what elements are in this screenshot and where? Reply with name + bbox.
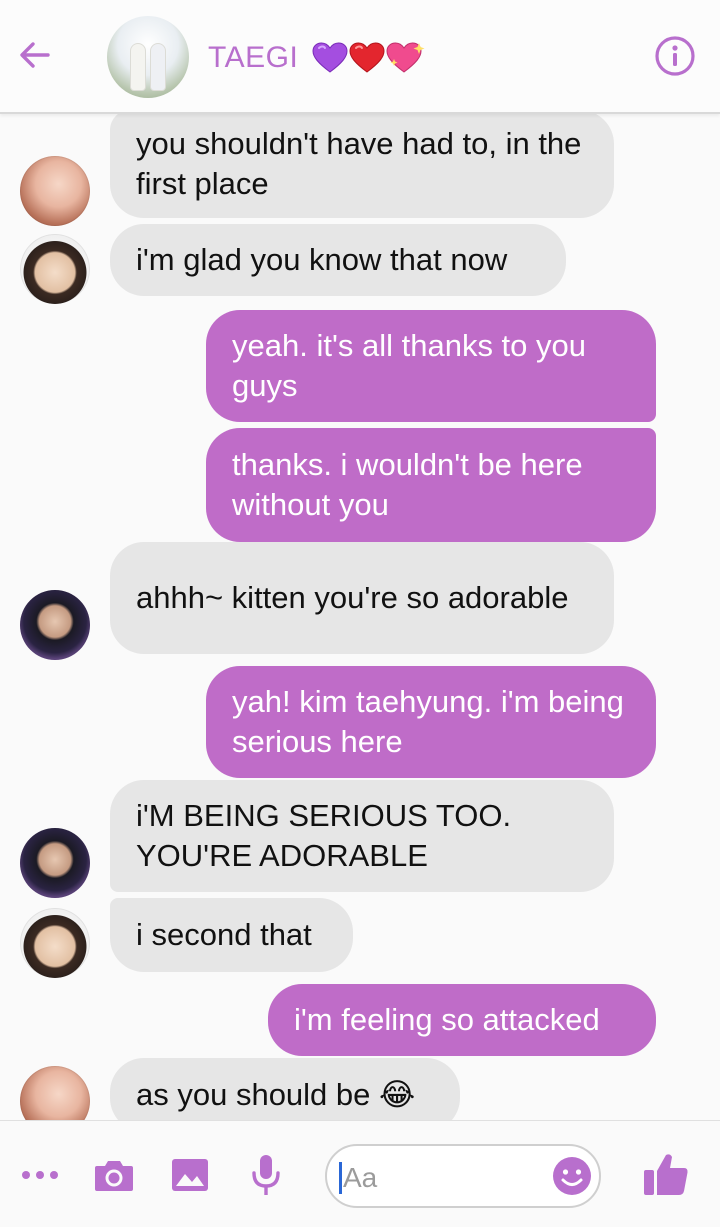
message-bubble-outgoing[interactable]: i'm feeling so attacked — [268, 984, 656, 1056]
thumbs-up-icon — [644, 1154, 688, 1195]
message-bubble-outgoing[interactable]: yeah. it's all thanks to you guys — [206, 310, 656, 422]
info-button[interactable] — [652, 33, 698, 79]
message-thread[interactable]: you shouldn't have had to, in the first … — [0, 114, 720, 1120]
message-text: ahhh~ kitten you're so adorable — [136, 580, 569, 615]
gallery-icon — [172, 1159, 208, 1191]
info-icon — [655, 36, 695, 76]
emoji-icon — [553, 1157, 591, 1195]
chat-title-text: TAEGI — [208, 41, 299, 74]
sender-avatar[interactable] — [20, 156, 90, 226]
purple-heart-icon — [312, 42, 348, 73]
message-text: i'm feeling so attacked — [294, 1002, 600, 1037]
composer-bar: Aa — [0, 1120, 720, 1227]
sender-avatar[interactable] — [20, 590, 90, 660]
sender-avatar[interactable] — [20, 828, 90, 898]
gallery-button[interactable] — [168, 1155, 212, 1195]
message-text: thanks. i wouldn't be here without you — [232, 447, 583, 522]
message-bubble-incoming[interactable]: you shouldn't have had to, in the first … — [110, 114, 614, 218]
microphone-button[interactable] — [244, 1151, 288, 1199]
red-heart-icon — [349, 42, 385, 73]
message-bubble-outgoing[interactable]: yah! kim taehyung. i'm being serious her… — [206, 666, 656, 778]
message-text: i second that — [136, 917, 312, 952]
sender-avatar[interactable] — [20, 1066, 90, 1120]
camera-icon — [95, 1161, 133, 1191]
group-avatar[interactable] — [107, 16, 189, 98]
message-bubble-incoming[interactable]: ahhh~ kitten you're so adorable — [110, 542, 614, 654]
message-text: as you should be 😂 — [136, 1077, 416, 1112]
text-cursor — [339, 1162, 342, 1194]
emoji-button[interactable] — [552, 1156, 592, 1196]
message-text: i'M BEING SERIOUS TOO. YOU'RE ADORABLE — [136, 798, 512, 873]
message-text: i'm glad you know that now — [136, 242, 508, 277]
more-icon — [22, 1171, 58, 1179]
message-bubble-outgoing[interactable]: thanks. i wouldn't be here without you — [206, 428, 656, 542]
chat-title[interactable]: TAEGI — [208, 38, 426, 78]
message-bubble-incoming[interactable]: i'M BEING SERIOUS TOO. YOU'RE ADORABLE — [110, 780, 614, 892]
message-bubble-incoming[interactable]: i second that — [110, 898, 353, 972]
message-text: yah! kim taehyung. i'm being serious her… — [232, 684, 624, 759]
message-text: yeah. it's all thanks to you guys — [232, 328, 587, 403]
sender-avatar[interactable] — [20, 234, 90, 304]
camera-button[interactable] — [92, 1155, 136, 1195]
title-hearts — [312, 41, 426, 75]
sparkling-heart-icon — [386, 42, 425, 73]
message-input[interactable]: Aa — [325, 1144, 601, 1208]
like-button[interactable] — [640, 1149, 692, 1199]
message-text: you shouldn't have had to, in the first … — [136, 126, 582, 201]
chat-header: TAEGI — [0, 0, 720, 114]
message-input-placeholder: Aa — [343, 1162, 378, 1193]
microphone-icon — [252, 1155, 280, 1195]
back-button[interactable] — [12, 32, 58, 78]
more-button[interactable] — [18, 1155, 62, 1195]
message-bubble-incoming[interactable]: as you should be 😂 — [110, 1058, 460, 1120]
message-bubble-incoming[interactable]: i'm glad you know that now — [110, 224, 566, 296]
arrow-left-icon — [20, 42, 50, 68]
sender-avatar[interactable] — [20, 908, 90, 978]
